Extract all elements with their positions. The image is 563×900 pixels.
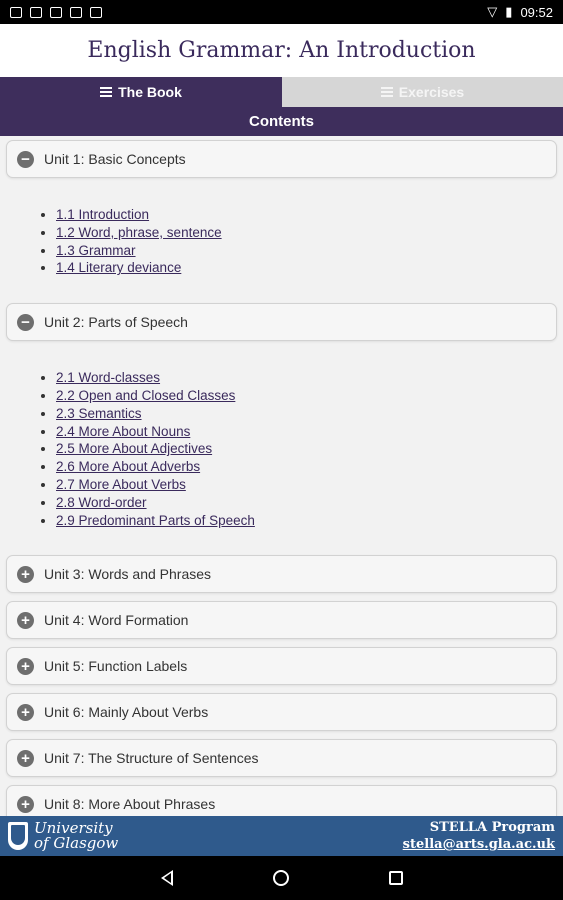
collapse-icon: − — [17, 150, 34, 168]
status-bar: ▽ ▮ 09:52 — [0, 0, 563, 24]
unit-1-sections: 1.1 Introduction 1.2 Word, phrase, sente… — [6, 186, 557, 303]
section-link[interactable]: 2.7 More About Verbs — [56, 477, 186, 492]
contents-label: Contents — [249, 113, 314, 130]
unit-7-header[interactable]: + Unit 7: The Structure of Sentences — [6, 739, 557, 778]
signal-icon — [30, 6, 42, 18]
list-icon — [380, 87, 393, 97]
tab-the-book[interactable]: The Book — [0, 77, 282, 107]
mail-icon — [50, 6, 62, 18]
section-link[interactable]: 1.4 Literary deviance — [56, 260, 181, 275]
expand-icon: + — [17, 565, 34, 583]
crest-icon — [8, 822, 28, 850]
section-link[interactable]: 2.5 More About Adjectives — [56, 441, 212, 456]
list-item: 1.4 Literary deviance — [56, 259, 557, 277]
unit-title: Unit 2: Parts of Speech — [44, 314, 188, 331]
expand-icon: + — [17, 795, 34, 813]
tab-label: Exercises — [398, 84, 465, 100]
unit-title: Unit 8: More About Phrases — [44, 796, 216, 813]
list-item: 2.1 Word-classes — [56, 369, 557, 387]
photos-icon — [90, 6, 102, 18]
contents-heading: Contents — [0, 107, 563, 136]
unit-title: Unit 4: Word Formation — [44, 612, 189, 629]
university-name: University of Glasgow — [34, 821, 118, 851]
contact-email-link[interactable]: stella@arts.gla.ac.uk — [403, 836, 555, 853]
unit-title: Unit 6: Mainly About Verbs — [44, 704, 209, 721]
expand-icon: + — [17, 749, 34, 767]
list-item: 2.2 Open and Closed Classes — [56, 387, 557, 405]
list-item: 2.6 More About Adverbs — [56, 458, 557, 476]
list-item: 2.3 Semantics — [56, 405, 557, 423]
list-item: 2.4 More About Nouns — [56, 423, 557, 441]
section-link[interactable]: 2.2 Open and Closed Classes — [56, 388, 235, 403]
section-link[interactable]: 2.1 Word-classes — [56, 370, 160, 385]
expand-icon: + — [17, 703, 34, 721]
unit-title: Unit 5: Function Labels — [44, 658, 188, 675]
expand-icon: + — [17, 611, 34, 629]
section-link[interactable]: 1.3 Grammar — [56, 243, 136, 258]
expand-icon: + — [17, 657, 34, 675]
unit-5-header[interactable]: + Unit 5: Function Labels — [6, 647, 557, 686]
list-item: 1.3 Grammar — [56, 242, 557, 260]
android-icon — [70, 6, 82, 18]
unit-1-header[interactable]: − Unit 1: Basic Concepts — [6, 140, 557, 178]
list-item: 2.9 Predominant Parts of Speech — [56, 512, 557, 530]
contents-list[interactable]: − Unit 1: Basic Concepts 1.1 Introductio… — [0, 136, 563, 816]
unit-title: Unit 7: The Structure of Sentences — [44, 750, 259, 767]
back-icon[interactable] — [160, 870, 173, 886]
unit-2-sections: 2.1 Word-classes 2.2 Open and Closed Cla… — [6, 349, 557, 555]
list-item: 2.5 More About Adjectives — [56, 440, 557, 458]
unit-4-header[interactable]: + Unit 4: Word Formation — [6, 601, 557, 640]
unit-6-header[interactable]: + Unit 6: Mainly About Verbs — [6, 693, 557, 732]
app-header: English Grammar: An Introduction — [0, 24, 563, 77]
list-icon — [100, 87, 113, 97]
unit-8-header[interactable]: + Unit 8: More About Phrases — [6, 785, 557, 816]
image-icon — [10, 6, 22, 18]
program-name: STELLA Program — [429, 820, 555, 835]
unit-title: Unit 1: Basic Concepts — [44, 151, 186, 167]
list-item: 2.7 More About Verbs — [56, 476, 557, 494]
tab-bar: The Book Exercises — [0, 77, 563, 107]
status-time: 09:52 — [520, 4, 553, 20]
unit-2-header[interactable]: − Unit 2: Parts of Speech — [6, 303, 557, 342]
system-nav-bar — [0, 856, 563, 900]
collapse-icon: − — [17, 313, 34, 331]
wifi-icon: ▽ — [487, 4, 498, 19]
section-link[interactable]: 1.1 Introduction — [56, 207, 149, 222]
program-info: STELLA Program stella@arts.gla.ac.uk — [403, 819, 555, 853]
list-item: 2.8 Word-order — [56, 494, 557, 512]
unit-title: Unit 3: Words and Phrases — [44, 566, 212, 583]
recent-apps-icon[interactable] — [388, 871, 403, 885]
unit-3-header[interactable]: + Unit 3: Words and Phrases — [6, 555, 557, 594]
section-link[interactable]: 1.2 Word, phrase, sentence — [56, 225, 222, 240]
list-item: 1.1 Introduction — [56, 206, 557, 224]
tab-exercises[interactable]: Exercises — [282, 77, 563, 107]
university-line2: of Glasgow — [34, 834, 119, 852]
section-link[interactable]: 2.6 More About Adverbs — [56, 459, 200, 474]
page-title: English Grammar: An Introduction — [87, 38, 476, 63]
status-right: ▽ ▮ 09:52 — [487, 4, 553, 20]
status-left-icons — [10, 6, 102, 18]
footer-bar: University of Glasgow STELLA Program ste… — [0, 816, 563, 856]
list-item: 1.2 Word, phrase, sentence — [56, 224, 557, 242]
section-link[interactable]: 2.9 Predominant Parts of Speech — [56, 513, 255, 528]
battery-icon: ▮ — [505, 4, 513, 19]
tab-label: The Book — [118, 84, 182, 100]
section-link[interactable]: 2.4 More About Nouns — [56, 424, 190, 439]
university-logo[interactable]: University of Glasgow — [8, 821, 118, 851]
home-icon[interactable] — [272, 870, 289, 886]
section-link[interactable]: 2.8 Word-order — [56, 495, 147, 510]
section-link[interactable]: 2.3 Semantics — [56, 406, 142, 421]
